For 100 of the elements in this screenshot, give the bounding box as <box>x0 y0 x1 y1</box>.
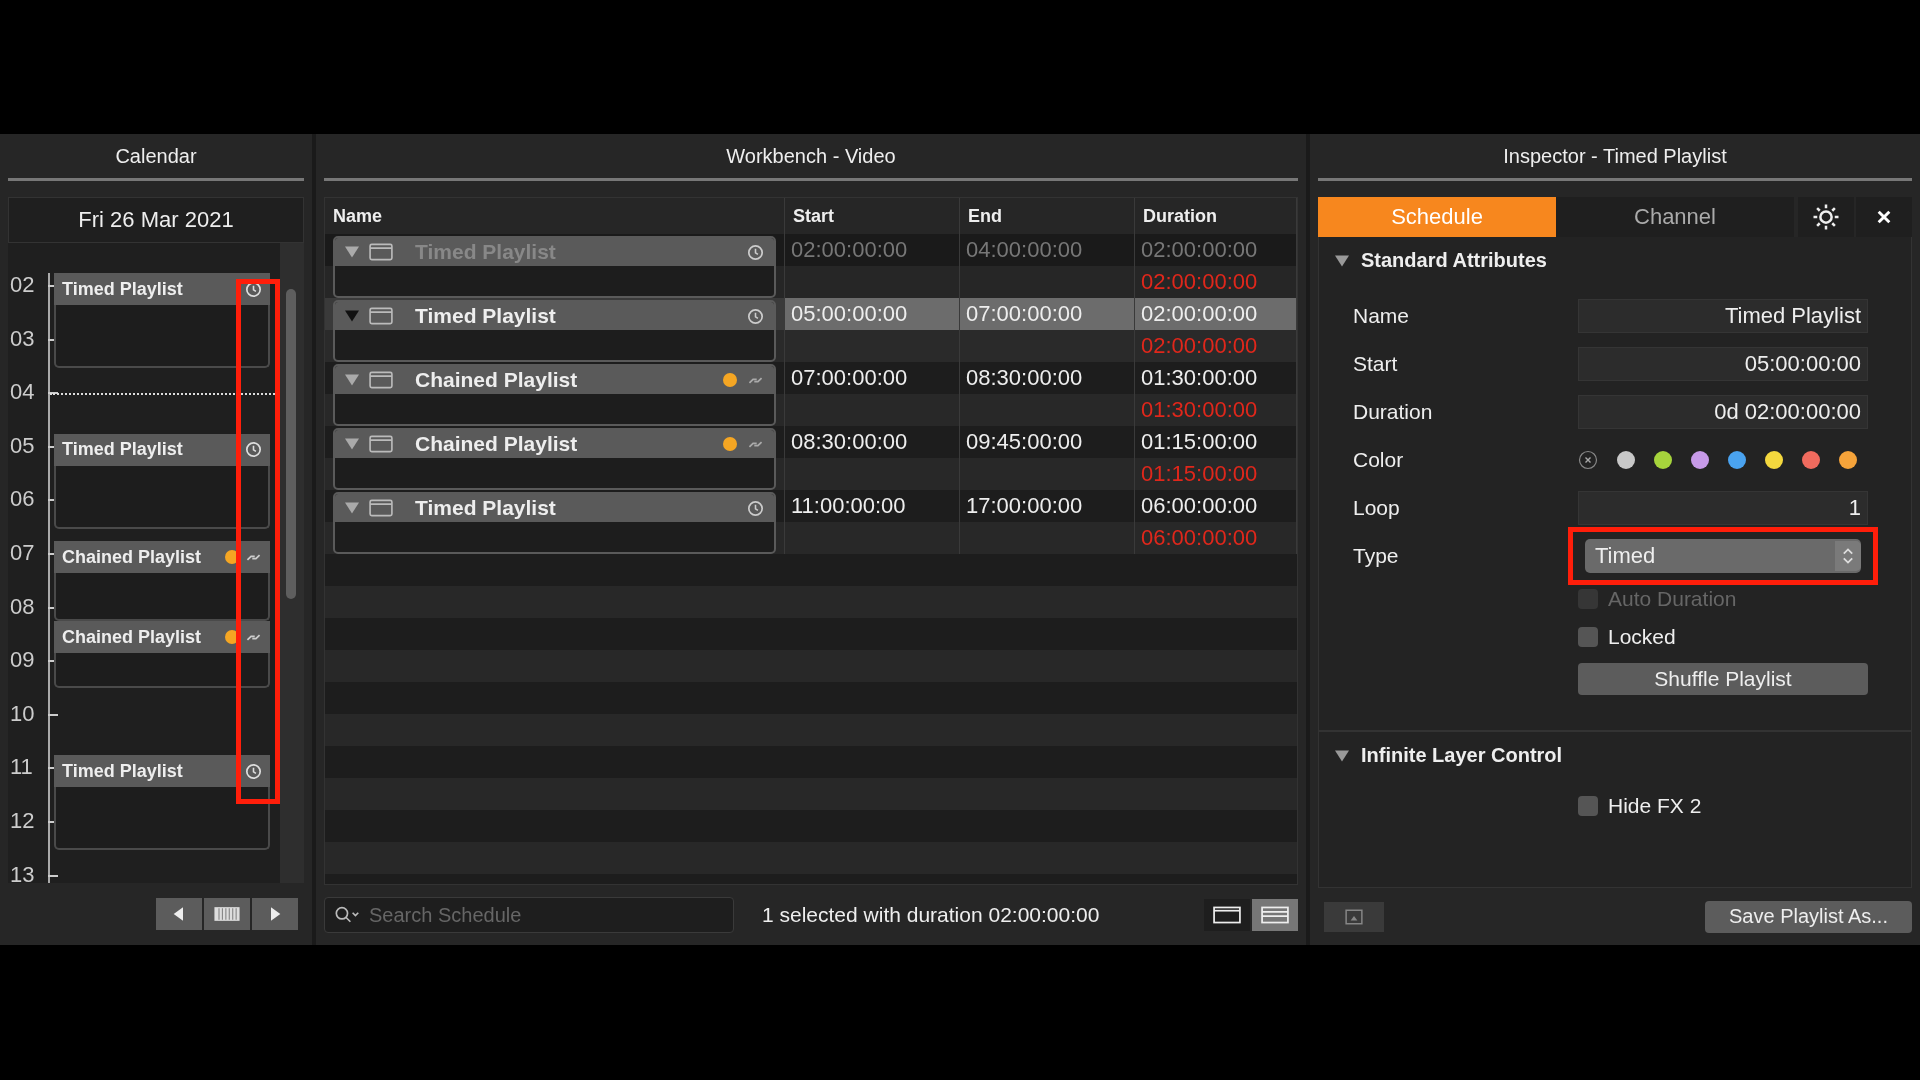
color-swatch[interactable] <box>1691 451 1709 469</box>
color-swatch[interactable] <box>1839 451 1857 469</box>
preview-button[interactable] <box>1324 901 1384 932</box>
settings-button[interactable] <box>1798 197 1854 237</box>
save-playlist-button[interactable]: Save Playlist As... <box>1705 900 1912 933</box>
hour-label: 09 <box>9 648 36 673</box>
single-pane-icon <box>1213 906 1241 924</box>
table-cell: 02:00:00:00 <box>1135 234 1297 266</box>
field-label: Start <box>1353 352 1399 376</box>
table-cell: 07:00:00:00 <box>960 298 1135 330</box>
event-title: Timed Playlist <box>62 439 184 461</box>
text-field[interactable]: 05:00:00:00 <box>1578 347 1868 381</box>
image-frame-icon <box>1345 908 1363 925</box>
tab[interactable]: Channel <box>1556 197 1794 237</box>
table-cell: 07:00:00:00 <box>785 362 960 394</box>
search-field[interactable]: Search Schedule <box>324 897 734 933</box>
event-title: Timed Playlist <box>62 278 184 300</box>
color-swatch[interactable] <box>1728 451 1746 469</box>
text-field[interactable]: 0d 02:00:00:00 <box>1578 395 1868 429</box>
up-down-arrows-icon <box>1835 541 1861 571</box>
panel-title: Calendar <box>8 134 304 181</box>
settings-icon <box>1811 202 1841 232</box>
event-title: Timed Playlist <box>62 760 184 782</box>
checkbox[interactable] <box>1578 627 1598 647</box>
table-row[interactable]: Chained Playlist 08:30:00:00 09:45:00:00 01:15:00:00 01:15:00:00 <box>325 426 1297 490</box>
window-icon <box>369 371 393 389</box>
section-header[interactable]: Infinite Layer Control <box>1319 732 1911 787</box>
next-button[interactable] <box>252 898 298 930</box>
event-title: Chained Playlist <box>62 546 203 568</box>
event-title: Chained Playlist <box>62 626 203 648</box>
hour-label: 10 <box>9 701 36 726</box>
table-cell: 08:30:00:00 <box>960 362 1135 394</box>
hour-label: 05 <box>9 433 36 458</box>
disclosure-triangle-icon <box>1335 253 1349 268</box>
section-header[interactable]: Standard Attributes <box>1319 237 1911 292</box>
number-field[interactable]: 1 <box>1578 491 1868 525</box>
disclosure-triangle-icon[interactable] <box>345 501 359 515</box>
hour-label: 13 <box>9 862 36 883</box>
split-pane-icon <box>1261 906 1289 924</box>
calendar-event[interactable]: Chained Playlist <box>54 621 270 689</box>
table-row[interactable]: Timed Playlist 11:00:00:00 17:00:00:00 06:00:00:00 06:00:00:00 <box>325 490 1297 554</box>
previous-button[interactable] <box>156 898 202 930</box>
disclosure-triangle-icon[interactable] <box>345 245 359 259</box>
calendar-event[interactable]: Timed Playlist <box>54 273 270 368</box>
checkbox-label: Auto Duration <box>1608 587 1737 611</box>
close-icon <box>1876 209 1892 225</box>
hour-label: 04 <box>9 380 36 405</box>
checkbox-label: Hide FX 2 <box>1608 794 1702 818</box>
calendar-event[interactable]: Timed Playlist <box>54 433 270 529</box>
playlist-name: Chained Playlist <box>415 432 579 456</box>
disclosure-triangle-icon[interactable] <box>345 309 359 323</box>
panel-title: Inspector - Timed Playlist <box>1318 134 1912 181</box>
table-cell: 01:30:00:00 <box>1135 362 1297 394</box>
table-cell: 02:00:00:00 <box>785 234 960 266</box>
playlist-name: Timed Playlist <box>415 496 557 520</box>
disclosure-triangle-icon[interactable] <box>345 373 359 387</box>
color-swatch[interactable] <box>1654 451 1672 469</box>
playlist-card[interactable]: Chained Playlist <box>333 428 776 490</box>
hour-label: 02 <box>9 273 36 297</box>
playlist-name: Timed Playlist <box>415 304 557 328</box>
text-field[interactable]: Timed Playlist <box>1578 299 1868 333</box>
search-icon <box>334 906 360 924</box>
calendar-event[interactable]: Chained Playlist <box>54 541 270 622</box>
today-button[interactable] <box>204 898 250 930</box>
clock-icon <box>245 441 262 459</box>
field-label: Loop <box>1353 496 1401 520</box>
view-toggle-button[interactable] <box>1252 899 1298 931</box>
close-button[interactable] <box>1856 197 1912 237</box>
clock-icon <box>747 499 764 517</box>
color-swatch[interactable] <box>1765 451 1783 469</box>
hour-label: 07 <box>9 540 36 565</box>
color-swatch[interactable] <box>1617 451 1635 469</box>
table-row[interactable]: Timed Playlist 05:00:00:00 07:00:00:00 02:00:00:00 02:00:00:00 <box>325 298 1297 362</box>
scrollbar-thumb[interactable] <box>286 289 296 599</box>
field-label: Name <box>1353 304 1411 328</box>
calendar-date: Fri 26 Mar 2021 <box>8 197 304 243</box>
table-cell: 01:15:00:00 <box>1135 426 1297 458</box>
disclosure-triangle-icon <box>1335 748 1349 763</box>
clock-icon <box>245 762 262 780</box>
playlist-name: Chained Playlist <box>415 368 579 392</box>
shuffle-button[interactable]: Shuffle Playlist <box>1578 663 1868 695</box>
type-dropdown[interactable]: Timed <box>1585 539 1861 573</box>
table-cell: 02:00:00:00 <box>1135 298 1297 330</box>
view-toggle-button[interactable] <box>1204 899 1250 931</box>
hour-label: 08 <box>9 594 36 619</box>
calendar-strip-icon <box>213 906 241 922</box>
no-color-icon[interactable] <box>1578 450 1598 470</box>
field-label: Type <box>1353 544 1400 568</box>
clock-icon <box>747 307 764 325</box>
status-text: 1 selected with duration 02:00:00:00 <box>762 903 1101 927</box>
calendar-event[interactable]: Timed Playlist <box>54 755 270 851</box>
playlist-card[interactable]: Chained Playlist <box>333 364 776 426</box>
disclosure-triangle-icon[interactable] <box>345 437 359 451</box>
playlist-card[interactable]: Timed Playlist <box>333 492 776 554</box>
checkbox[interactable] <box>1578 796 1598 816</box>
color-swatch[interactable] <box>1802 451 1820 469</box>
hour-label: 12 <box>9 808 36 833</box>
table-row[interactable]: Chained Playlist 07:00:00:00 08:30:00:00 01:30:00:00 01:30:00:00 <box>325 362 1297 426</box>
playlist-card[interactable]: Timed Playlist <box>333 300 776 362</box>
window-icon <box>369 435 393 453</box>
